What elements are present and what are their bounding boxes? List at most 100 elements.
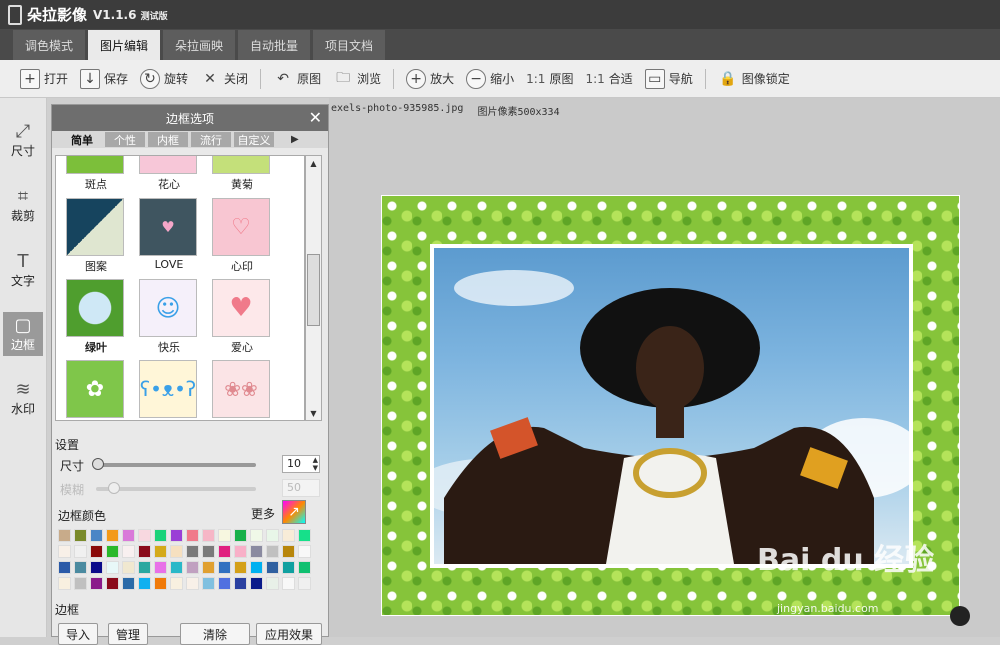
color-swatch[interactable] <box>282 561 295 574</box>
manage-button[interactable]: 管理 <box>108 623 148 645</box>
frame-thumb[interactable]: ♥ LOVE <box>139 198 199 272</box>
open-button[interactable]: + 打开 <box>20 68 68 89</box>
scrollbar-thumb[interactable] <box>307 254 320 326</box>
lock-image-button[interactable]: 🔒 图像锁定 <box>718 69 790 89</box>
color-swatch[interactable] <box>106 545 119 558</box>
color-swatch[interactable] <box>202 529 215 542</box>
frame-thumb[interactable]: ✿ <box>66 360 126 420</box>
tab-popular[interactable]: 流行 <box>191 132 231 147</box>
color-swatch[interactable] <box>250 545 263 558</box>
scroll-up-icon[interactable]: ▲ <box>306 156 321 170</box>
navigate-button[interactable]: ▭ 导航 <box>644 68 693 89</box>
color-swatch[interactable] <box>186 561 199 574</box>
color-swatch[interactable] <box>122 577 135 590</box>
color-swatch[interactable] <box>170 545 183 558</box>
color-swatch[interactable] <box>218 561 231 574</box>
tab-auto-batch[interactable]: 自动批量 <box>238 30 310 60</box>
size-slider-knob[interactable] <box>92 458 104 470</box>
frame-thumb[interactable]: 图案 <box>66 198 126 273</box>
color-swatch[interactable] <box>138 577 151 590</box>
color-swatch[interactable] <box>90 561 103 574</box>
color-swatch[interactable] <box>186 577 199 590</box>
stepper-arrows-icon[interactable]: ▲ ▼ <box>313 456 318 472</box>
save-button[interactable]: ↓ 保存 <box>80 68 128 89</box>
color-swatch[interactable] <box>266 561 279 574</box>
color-swatch[interactable] <box>138 561 151 574</box>
color-swatch[interactable] <box>186 545 199 558</box>
frame-thumb[interactable]: ❀❀ <box>212 360 272 420</box>
frame-thumb[interactable]: 黄菊 <box>212 156 272 191</box>
color-swatch[interactable] <box>266 577 279 590</box>
tab-inner-frame[interactable]: 内框 <box>148 132 188 147</box>
color-picker-button[interactable]: ↗ <box>282 500 306 524</box>
play-arrow-icon[interactable]: ▶ <box>291 134 299 145</box>
sidebar-item-crop[interactable]: ⌗ 裁剪 <box>3 183 43 227</box>
color-swatch[interactable] <box>298 545 311 558</box>
tab-custom[interactable]: 自定义 <box>234 132 274 147</box>
color-swatch[interactable] <box>122 561 135 574</box>
import-button[interactable]: 导入 <box>58 623 98 645</box>
color-swatch[interactable] <box>202 561 215 574</box>
color-swatch[interactable] <box>170 561 183 574</box>
color-swatch[interactable] <box>250 529 263 542</box>
original-button[interactable]: ↶ 原图 <box>273 69 321 89</box>
color-swatch[interactable] <box>138 529 151 542</box>
frame-thumb[interactable]: ♥ 爱心 <box>212 279 272 354</box>
thumbnail-scrollbar[interactable]: ▲ ▼ <box>305 155 322 421</box>
color-swatch[interactable] <box>170 577 183 590</box>
fit-button[interactable]: 1:1 合适 <box>585 70 632 87</box>
color-swatch[interactable] <box>186 529 199 542</box>
color-swatch[interactable] <box>218 577 231 590</box>
color-swatch[interactable] <box>122 529 135 542</box>
frame-thumb[interactable]: ♡ 心印 <box>212 198 272 273</box>
color-swatch[interactable] <box>58 577 71 590</box>
color-swatch[interactable] <box>154 545 167 558</box>
color-swatch[interactable] <box>234 529 247 542</box>
color-swatch[interactable] <box>282 529 295 542</box>
color-swatch[interactable] <box>218 545 231 558</box>
color-swatch[interactable] <box>202 545 215 558</box>
browse-button[interactable]: 🗀 浏览 <box>333 69 381 89</box>
color-swatch[interactable] <box>106 529 119 542</box>
tab-project-docs[interactable]: 项目文档 <box>313 30 385 60</box>
color-swatch[interactable] <box>154 577 167 590</box>
tab-image-edit[interactable]: 图片编辑 <box>88 30 160 60</box>
color-swatch[interactable] <box>250 577 263 590</box>
color-swatch[interactable] <box>234 577 247 590</box>
color-swatch[interactable] <box>170 529 183 542</box>
color-swatch[interactable] <box>74 561 87 574</box>
tab-color-mode[interactable]: 调色模式 <box>13 30 85 60</box>
color-swatch[interactable] <box>58 529 71 542</box>
frame-thumb[interactable]: 斑点 <box>66 156 126 191</box>
color-swatch[interactable] <box>90 529 103 542</box>
color-swatch[interactable] <box>90 545 103 558</box>
color-swatch[interactable] <box>74 529 87 542</box>
zoom-out-button[interactable]: − 缩小 <box>466 68 514 89</box>
frame-thumb[interactable]: ʕ•ᴥ•ʔ <box>139 360 199 420</box>
color-swatch[interactable] <box>122 545 135 558</box>
color-swatch[interactable] <box>58 561 71 574</box>
color-swatch[interactable] <box>266 529 279 542</box>
color-swatch[interactable] <box>106 577 119 590</box>
sidebar-item-frame[interactable]: ▢ 边框 <box>3 312 43 356</box>
frame-thumb[interactable]: ☺ 快乐 <box>139 279 199 354</box>
frame-thumb-selected[interactable]: 绿叶 <box>66 279 126 355</box>
color-swatch[interactable] <box>154 561 167 574</box>
color-swatch[interactable] <box>154 529 167 542</box>
color-swatch[interactable] <box>218 529 231 542</box>
color-swatch[interactable] <box>90 577 103 590</box>
color-swatch[interactable] <box>234 561 247 574</box>
color-swatch[interactable] <box>202 577 215 590</box>
color-swatch[interactable] <box>282 545 295 558</box>
color-swatch[interactable] <box>74 545 87 558</box>
color-swatch[interactable] <box>250 561 263 574</box>
size-slider[interactable] <box>96 463 256 467</box>
close-button[interactable]: ✕ 关闭 <box>200 69 248 89</box>
color-swatch[interactable] <box>298 577 311 590</box>
tab-dora-show[interactable]: 朵拉画映 <box>163 30 235 60</box>
color-swatch[interactable] <box>138 545 151 558</box>
color-swatch[interactable] <box>234 545 247 558</box>
apply-effect-button[interactable]: 应用效果 <box>256 623 322 645</box>
frame-thumb[interactable]: 花心 <box>139 156 199 191</box>
rotate-button[interactable]: ↻ 旋转 <box>140 68 188 89</box>
